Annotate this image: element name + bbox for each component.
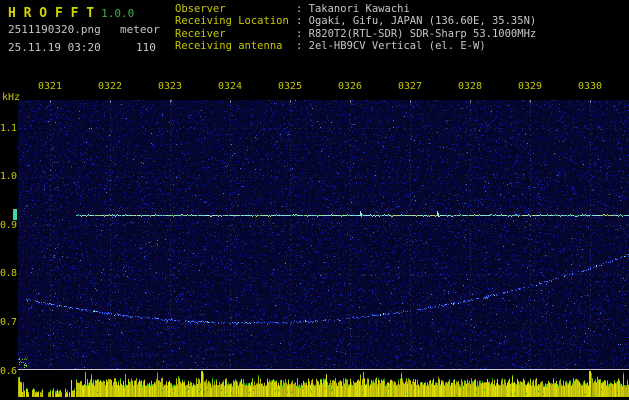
time-tick-label: 0323 bbox=[157, 81, 183, 92]
time-tick-label: 0324 bbox=[217, 81, 243, 92]
station-info: Observer : Takanori Kawachi Receiving Loc… bbox=[175, 3, 536, 53]
hrofft-window: H R O F F T 1.0.0 2511190320.png meteor 25… bbox=[0, 0, 629, 400]
info-value: : Takanori Kawachi bbox=[296, 3, 410, 15]
timestamp: 25.11.19 03:20 bbox=[8, 41, 101, 54]
time-tick-label: 0329 bbox=[517, 81, 543, 92]
app-title: H R O F F T bbox=[8, 6, 95, 21]
time-tick-label: 0328 bbox=[457, 81, 483, 92]
output-filename: 2511190320.png bbox=[8, 23, 101, 36]
info-value: : 2el-HB9CV Vertical (el. E-W) bbox=[296, 40, 486, 53]
app-version: 1.0.0 bbox=[101, 7, 135, 20]
spectrogram-canvas bbox=[18, 100, 629, 369]
time-tick-label: 0327 bbox=[397, 81, 423, 92]
info-label: Receiver bbox=[175, 27, 226, 40]
time-tick-label: 0326 bbox=[337, 81, 363, 92]
info-label: Observer bbox=[175, 3, 226, 15]
info-label: Receiving antenna bbox=[175, 40, 283, 53]
time-tick-label: 0325 bbox=[277, 81, 303, 92]
time-tick-label: 0322 bbox=[97, 81, 123, 92]
freq-tick-label: 0.8 bbox=[0, 268, 17, 280]
info-value: : R820T2(RTL-SDR) SDR-Sharp 53.1000MHz bbox=[296, 27, 537, 40]
info-row-receiver: Receiver : R820T2(RTL-SDR) SDR-Sharp 53.1… bbox=[175, 28, 536, 40]
freq-tick-label: 0.7 bbox=[0, 316, 17, 328]
freq-tick-label: 0.6 bbox=[0, 365, 17, 377]
freq-tick-label: 1.1 bbox=[0, 122, 17, 134]
time-tick-label: 0330 bbox=[577, 81, 603, 92]
info-row-observer: Observer : Takanori Kawachi bbox=[175, 3, 536, 15]
signal-level-canvas bbox=[18, 369, 629, 400]
info-label: Receiving Location bbox=[175, 15, 289, 28]
echo-count: 110 bbox=[136, 41, 156, 54]
freq-tick-label: 1.0 bbox=[0, 171, 17, 183]
time-tick-label: 0321 bbox=[37, 81, 63, 92]
info-row-location: Receiving Location : Ogaki, Gifu, JAPAN (… bbox=[175, 15, 536, 27]
info-value: : Ogaki, Gifu, JAPAN (136.60E, 35.35N) bbox=[296, 15, 537, 28]
freq-tick-label: 0.9 bbox=[0, 219, 17, 231]
carrier-frequency-marker bbox=[13, 209, 17, 220]
mode-label: meteor bbox=[120, 23, 160, 36]
header-left: H R O F F T 1.0.0 2511190320.png meteor 25… bbox=[8, 2, 160, 59]
info-row-antenna: Receiving antenna : 2el-HB9CV Vertical (e… bbox=[175, 40, 536, 52]
